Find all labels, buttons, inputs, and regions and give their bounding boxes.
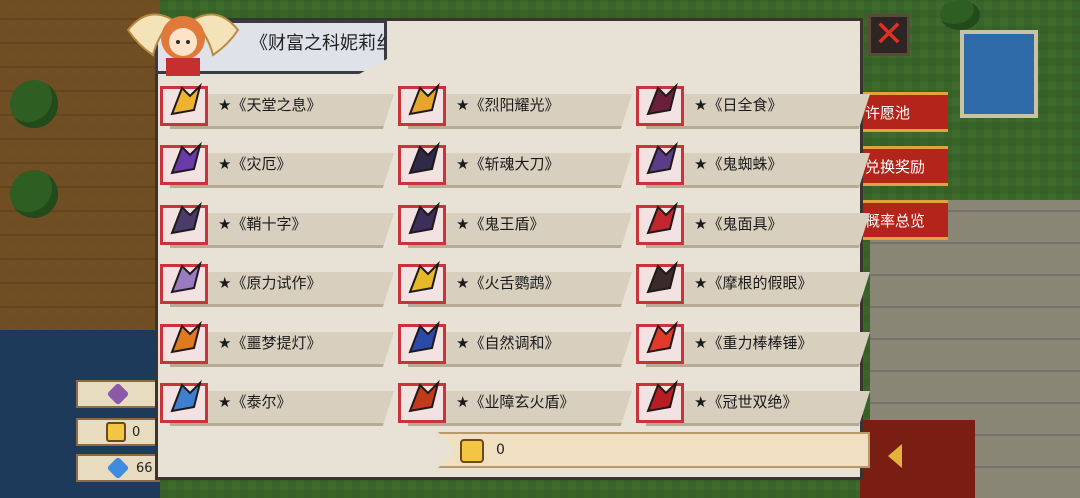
item-slot[interactable]: ★《泰尔》 <box>160 377 394 426</box>
claws-icon <box>646 379 678 413</box>
glove-icon <box>408 320 440 354</box>
item-slot[interactable]: ★《噩梦提灯》 <box>160 318 394 367</box>
item-slot[interactable]: ★《火舌鹦鹉》 <box>398 258 632 307</box>
lantern-icon <box>170 320 202 354</box>
item-slot[interactable]: ★《灾厄》 <box>160 139 394 188</box>
trident-icon <box>646 82 678 116</box>
back-arrow-icon[interactable] <box>888 444 902 468</box>
item-label: ★《原力试作》 <box>218 274 322 292</box>
item-slot[interactable]: ★《业障玄火盾》 <box>398 377 632 426</box>
crystal-icon <box>106 382 130 406</box>
item-label: ★《天堂之息》 <box>218 96 322 114</box>
shield-icon <box>408 201 440 235</box>
item-slot[interactable]: ★《自然调和》 <box>398 318 632 367</box>
item-label: ★《重力棒棒锤》 <box>694 334 813 352</box>
close-icon: ✕ <box>873 14 905 55</box>
item-slot[interactable]: ★《日全食》 <box>636 80 870 129</box>
item-label: ★《业障玄火盾》 <box>456 393 575 411</box>
gem-resource: 66 <box>76 454 160 482</box>
coin-icon <box>460 439 484 463</box>
item-slot[interactable]: ★《烈阳耀光》 <box>398 80 632 129</box>
item-slot[interactable]: ★《天堂之息》 <box>160 80 394 129</box>
lollipop-icon <box>646 320 678 354</box>
tree-icon <box>940 0 980 30</box>
item-slot[interactable]: ★《鞘十字》 <box>160 199 394 248</box>
item-label: ★《自然调和》 <box>456 334 560 352</box>
item-label: ★《火舌鹦鹉》 <box>456 274 560 292</box>
helmet-icon <box>170 379 202 413</box>
item-slot[interactable]: ★《原力试作》 <box>160 258 394 307</box>
staff-icon <box>408 82 440 116</box>
item-label: ★《鞘十字》 <box>218 215 307 233</box>
coin-resource: 0 <box>76 418 160 446</box>
item-slot[interactable]: ★《斩魂大刀》 <box>398 139 632 188</box>
tree-icon <box>10 80 58 128</box>
tree-icon <box>10 170 58 218</box>
gun-icon <box>646 141 678 175</box>
parrot-gun-icon <box>408 260 440 294</box>
item-label: ★《摩根的假眼》 <box>694 274 813 292</box>
sword-icon <box>170 141 202 175</box>
blade-icon <box>408 141 440 175</box>
coin-value: 0 <box>132 424 141 440</box>
gem-icon <box>106 456 130 480</box>
pool-title: 《财富之科妮莉丝》 <box>250 33 385 54</box>
item-label: ★《灾厄》 <box>218 155 292 173</box>
red-carpet <box>860 420 975 498</box>
item-slot[interactable]: ★《摩根的假眼》 <box>636 258 870 307</box>
item-label: ★《鬼面具》 <box>694 215 783 233</box>
item-label: ★《烈阳耀光》 <box>456 96 560 114</box>
blaster-icon <box>170 260 202 294</box>
item-label: ★《泰尔》 <box>218 393 292 411</box>
item-label: ★《噩梦提灯》 <box>218 334 322 352</box>
water-pool <box>960 30 1038 118</box>
item-label: ★《日全食》 <box>694 96 783 114</box>
item-slot[interactable]: ★《冠世双绝》 <box>636 377 870 426</box>
close-button[interactable]: ✕ <box>868 14 910 56</box>
wishing-pool-label: 许愿池 <box>865 103 911 122</box>
probability-overview-label: 概率总览 <box>865 211 926 230</box>
crown-icon <box>170 82 202 116</box>
coin-icon <box>106 422 126 442</box>
eye-icon <box>646 260 678 294</box>
cost-value: 0 <box>496 442 505 458</box>
bottom-cost-bar: 0 <box>438 432 870 468</box>
crystal-resource <box>76 380 160 408</box>
item-label: ★《鬼王盾》 <box>456 215 545 233</box>
item-slot[interactable]: ★《重力棒棒锤》 <box>636 318 870 367</box>
item-label: ★《斩魂大刀》 <box>456 155 560 173</box>
item-label: ★《冠世双绝》 <box>694 393 798 411</box>
gem-value: 66 <box>136 460 153 476</box>
cornelia-avatar <box>126 13 240 76</box>
item-slot[interactable]: ★《鬼蜘蛛》 <box>636 139 870 188</box>
shuriken-icon <box>170 201 202 235</box>
mask-icon <box>646 201 678 235</box>
item-slot[interactable]: ★《鬼王盾》 <box>398 199 632 248</box>
redeem-rewards-label: 兑换奖励 <box>865 157 926 176</box>
item-slot[interactable]: ★《鬼面具》 <box>636 199 870 248</box>
fire-shield-icon <box>408 379 440 413</box>
item-label: ★《鬼蜘蛛》 <box>694 155 783 173</box>
